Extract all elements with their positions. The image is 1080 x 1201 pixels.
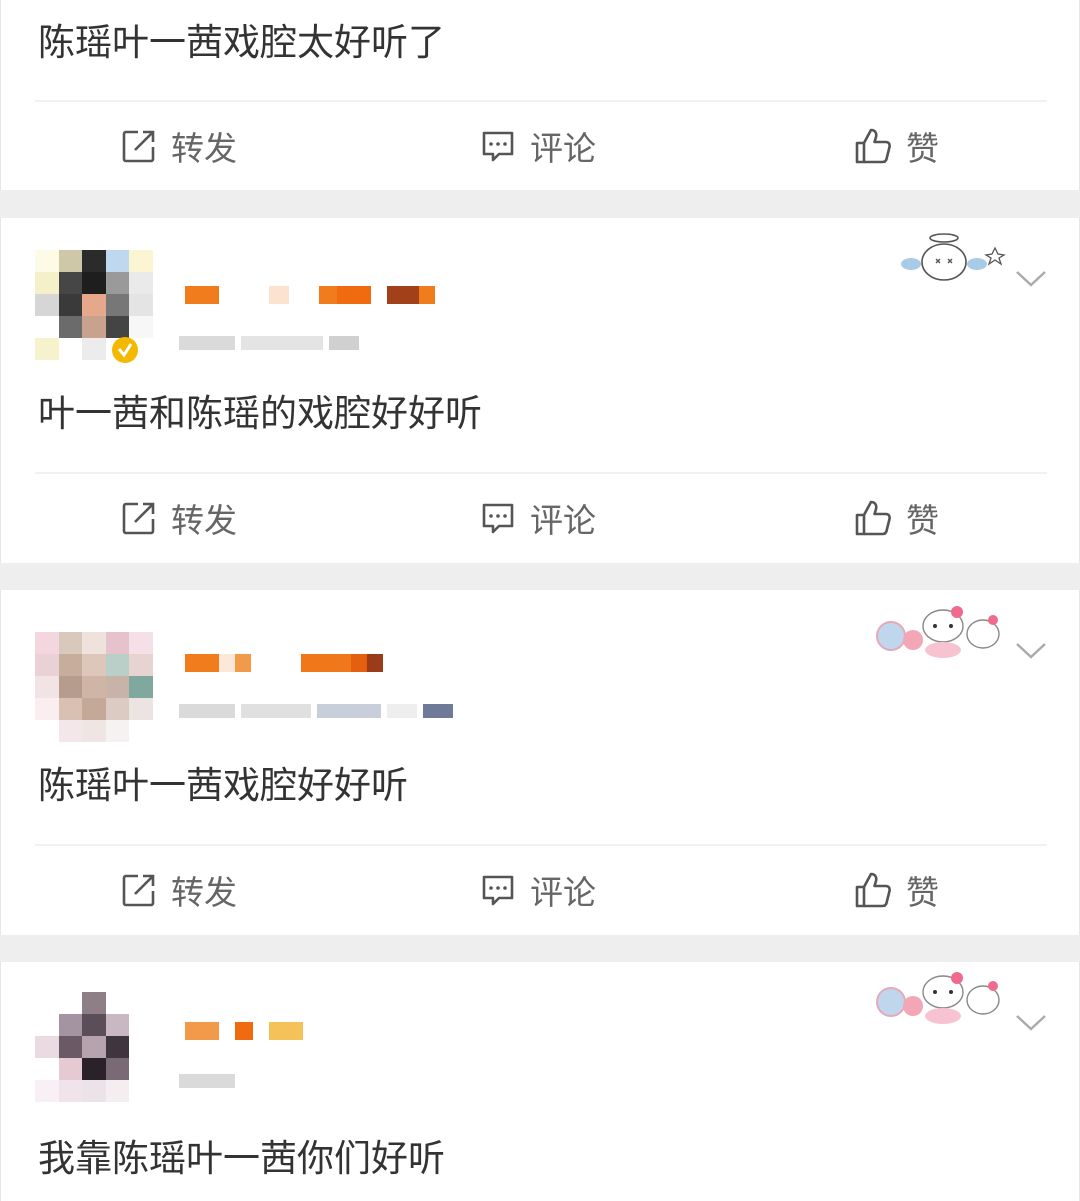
like-button[interactable]: 赞 (854, 845, 939, 935)
comment-button[interactable]: 评论 (480, 473, 596, 563)
repost-label: 转发 (171, 873, 237, 912)
comment-label: 评论 (530, 501, 596, 540)
thumbs-up-icon (855, 500, 891, 536)
like-label: 赞 (906, 873, 939, 912)
thumbs-up-icon (855, 872, 891, 908)
repost-button[interactable]: 转发 (121, 473, 237, 563)
post-meta-redacted (179, 336, 359, 350)
like-label: 赞 (906, 129, 939, 168)
action-bar: 转发 评论 赞 (1, 101, 1080, 191)
post-meta-redacted (179, 1074, 235, 1088)
username-redacted[interactable] (185, 654, 383, 672)
repost-icon (122, 874, 155, 907)
comment-button[interactable]: 评论 (480, 845, 596, 935)
hello-kitty-sticker-icon (876, 606, 1000, 658)
avatar[interactable] (35, 992, 153, 1102)
like-button[interactable]: 赞 (854, 101, 939, 191)
post-card: 叶一茜和陈瑶的戏腔好好听 转发 评论 赞 (0, 218, 1080, 563)
username-redacted[interactable] (185, 1022, 303, 1040)
hello-kitty-sticker-icon (876, 972, 1000, 1024)
angel-bun-sticker-icon (901, 233, 1006, 281)
comment-icon (482, 131, 514, 162)
comment-label: 评论 (530, 129, 596, 168)
post-text: 叶一茜和陈瑶的戏腔好好听 (38, 392, 482, 435)
repost-label: 转发 (171, 501, 237, 540)
weibo-feed: 陈瑶叶一茜戏腔太好听了 转发 评论 赞 叶一茜和陈瑶的戏腔好好听 转发 评论 赞… (0, 0, 1080, 1201)
chevron-down-icon[interactable] (1015, 642, 1047, 660)
repost-icon (122, 130, 155, 163)
comment-icon (482, 503, 514, 534)
action-bar: 转发 评论 赞 (1, 473, 1080, 563)
post-card: 陈瑶叶一茜戏腔好好听 转发 评论 赞 (0, 590, 1080, 935)
verified-badge-icon (112, 337, 138, 363)
avatar[interactable] (35, 632, 153, 742)
comment-label: 评论 (530, 873, 596, 912)
post-text: 我靠陈瑶叶一茜你们好听 (38, 1137, 445, 1180)
post-card: 陈瑶叶一茜戏腔太好听了 转发 评论 赞 (0, 0, 1080, 190)
repost-label: 转发 (171, 129, 237, 168)
like-button[interactable]: 赞 (854, 473, 939, 563)
post-text: 陈瑶叶一茜戏腔好好听 (38, 764, 408, 807)
action-bar: 转发 评论 赞 (1, 845, 1080, 935)
repost-button[interactable]: 转发 (121, 101, 237, 191)
thumbs-up-icon (855, 128, 891, 164)
repost-button[interactable]: 转发 (121, 845, 237, 935)
post-meta-redacted (179, 704, 453, 718)
chevron-down-icon[interactable] (1015, 270, 1047, 288)
comment-icon (482, 875, 514, 906)
post-card: 我靠陈瑶叶一茜你们好听 (0, 962, 1080, 1201)
post-text: 陈瑶叶一茜戏腔太好听了 (38, 21, 445, 64)
post-header (1, 962, 1080, 1122)
post-header (1, 218, 1080, 378)
username-redacted[interactable] (185, 286, 435, 304)
post-header (1, 590, 1080, 750)
chevron-down-icon[interactable] (1015, 1014, 1047, 1032)
like-label: 赞 (906, 501, 939, 540)
comment-button[interactable]: 评论 (480, 101, 596, 191)
repost-icon (122, 502, 155, 535)
